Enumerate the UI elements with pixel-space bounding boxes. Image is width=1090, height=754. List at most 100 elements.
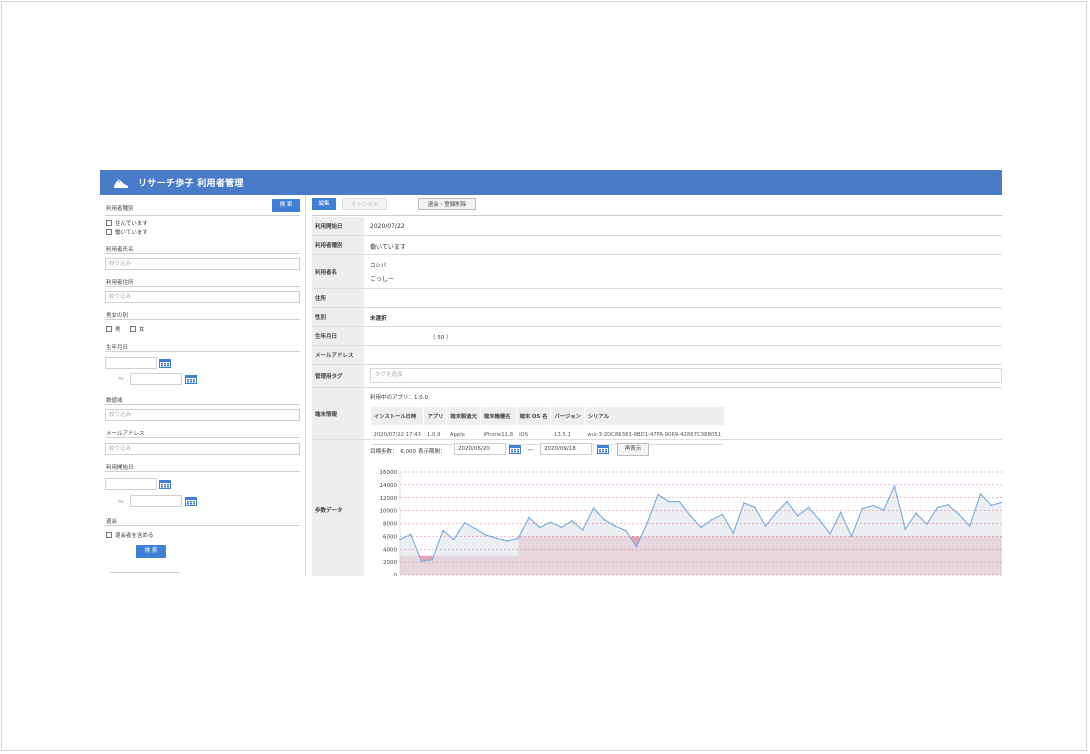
steps-point <box>528 516 530 519</box>
email-label: メールアドレス <box>106 431 145 437</box>
row-label: メールアドレス <box>312 346 364 364</box>
steps-point <box>667 500 670 503</box>
steps-point <box>829 532 831 535</box>
start-date-from-input[interactable] <box>105 478 157 490</box>
checkbox-working[interactable]: 働いています <box>106 228 148 236</box>
divider <box>105 404 300 405</box>
row-steps: 歩数データ 目標歩数： 6,000 表示期間： 2020/06/20 〜 202… <box>312 440 1002 576</box>
y-tick-label: 12000 <box>380 496 398 502</box>
calendar-icon[interactable] <box>596 443 610 455</box>
steps-point <box>495 537 498 540</box>
y-tick-label: 10000 <box>380 509 398 515</box>
birthdate-to-input[interactable] <box>130 373 182 385</box>
y-tick-label: 14000 <box>380 483 398 489</box>
row-label: 端末情報 <box>312 388 364 439</box>
steps-point <box>689 514 692 517</box>
y-tick-label: 6000 <box>383 534 397 540</box>
steps-point <box>872 504 874 507</box>
tag-input[interactable]: タグを追加 <box>370 368 1002 383</box>
column-header: 端末機種名 <box>479 406 517 426</box>
user-detail-panel: 編集 キャンセル 退会・登録削除 利用開始日 2020/07/22 利用者種別 … <box>306 195 1002 576</box>
withdraw-delete-button[interactable]: 退会・登録削除 <box>418 198 476 210</box>
steps-point <box>646 521 649 524</box>
steps-point <box>882 509 885 511</box>
calendar-icon[interactable] <box>184 495 198 507</box>
steps-point <box>979 492 982 495</box>
search-bottom-button[interactable]: 検 索 <box>136 545 166 558</box>
divider <box>312 213 1002 216</box>
steps-point <box>474 527 477 530</box>
checkbox-include-withdrawn[interactable]: 退会者を含める <box>106 531 154 539</box>
checkbox-living[interactable]: 住んでいます <box>106 219 148 227</box>
steps-point <box>560 526 563 529</box>
shoe-logo-icon <box>114 178 128 188</box>
search-top-button[interactable]: 検 索 <box>272 199 300 212</box>
steps-point <box>452 538 455 541</box>
cancel-button[interactable]: キャンセル <box>342 198 387 210</box>
gender-label: 男女の別 <box>106 313 129 319</box>
app-title: リサーチ歩子 利用者管理 <box>138 179 244 189</box>
checkbox-box[interactable] <box>106 532 112 538</box>
birthdate-from-input[interactable] <box>105 357 157 369</box>
range-tilde: 〜 <box>118 499 125 506</box>
row-label: 利用者種別 <box>312 236 364 254</box>
user-name-label: 利用者氏名 <box>106 247 134 253</box>
checkbox-female[interactable]: 女 <box>130 325 145 333</box>
row-label: 生年月日 <box>312 327 364 345</box>
calendar-icon[interactable] <box>508 443 522 455</box>
gender-value: 未選択 <box>370 316 387 322</box>
app-version-text: 利用中のアプリ：1.0.0 <box>370 395 428 401</box>
steps-point <box>517 537 520 540</box>
row-email: メールアドレス <box>312 346 1002 365</box>
steps-point <box>807 506 810 509</box>
steps-point <box>538 526 541 529</box>
y-tick-label: 2000 <box>383 560 397 566</box>
email-filter-input[interactable]: 絞り込み <box>105 443 300 455</box>
checkbox-label: 住んでいます <box>115 221 148 227</box>
steps-point <box>915 512 917 515</box>
checkbox-box[interactable] <box>130 326 136 332</box>
start-date-to-input[interactable] <box>130 495 182 507</box>
steps-point <box>710 518 713 521</box>
period-from-input[interactable]: 2020/06/20 <box>454 443 506 455</box>
user-name-filter-input[interactable]: 絞り込み <box>105 258 300 270</box>
user-type-label: 利用者種別 <box>106 206 134 212</box>
redisplay-button[interactable]: 再表示 <box>617 443 649 456</box>
row-birthdate: 生年月日 （ 50 ） <box>312 327 1002 346</box>
checkbox-label: 退会者を含める <box>115 533 154 539</box>
divider <box>110 572 180 573</box>
checkbox-box[interactable] <box>106 229 112 235</box>
steps-point <box>485 534 487 536</box>
checkbox-male[interactable]: 男 <box>106 325 121 333</box>
age-filter-input[interactable]: 絞り込み <box>105 409 300 421</box>
user-name-kana: コシバ <box>370 263 387 269</box>
row-label: 歩数データ <box>312 440 364 576</box>
row-start-date: 利用開始日 2020/07/22 <box>312 217 1002 236</box>
steps-point <box>850 535 853 538</box>
column-header: 端末 OS 名 <box>515 406 552 426</box>
row-user-type: 利用者種別 働いています <box>312 236 1002 255</box>
column-header: シリアル <box>583 406 725 426</box>
steps-point <box>399 538 401 541</box>
period-label: 表示期間： <box>418 449 446 455</box>
steps-point <box>581 529 584 531</box>
calendar-icon[interactable] <box>184 373 198 385</box>
checkbox-box[interactable] <box>106 326 112 332</box>
steps-chart: 0 2000 4000 6000 8000 10000 12000 14000 16000 <box>380 470 1002 576</box>
edit-button[interactable]: 編集 <box>312 198 336 210</box>
calendar-icon[interactable] <box>158 357 172 369</box>
row-label: 性別 <box>312 308 364 326</box>
checkbox-box[interactable] <box>106 220 112 226</box>
checkbox-label: 働いています <box>115 230 148 236</box>
address-filter-input[interactable]: 絞り込み <box>105 291 300 303</box>
steps-point <box>431 558 434 561</box>
divider <box>105 525 300 526</box>
toolbar: 編集 キャンセル 退会・登録削除 <box>306 195 1002 213</box>
calendar-icon[interactable] <box>158 478 172 490</box>
row-address: 住所 <box>312 289 1002 308</box>
steps-point <box>603 518 606 521</box>
steps-point <box>796 514 799 517</box>
period-to-input[interactable]: 2020/09/18 <box>540 443 592 455</box>
steps-point <box>721 513 724 516</box>
row-label: 利用者名 <box>312 255 364 288</box>
